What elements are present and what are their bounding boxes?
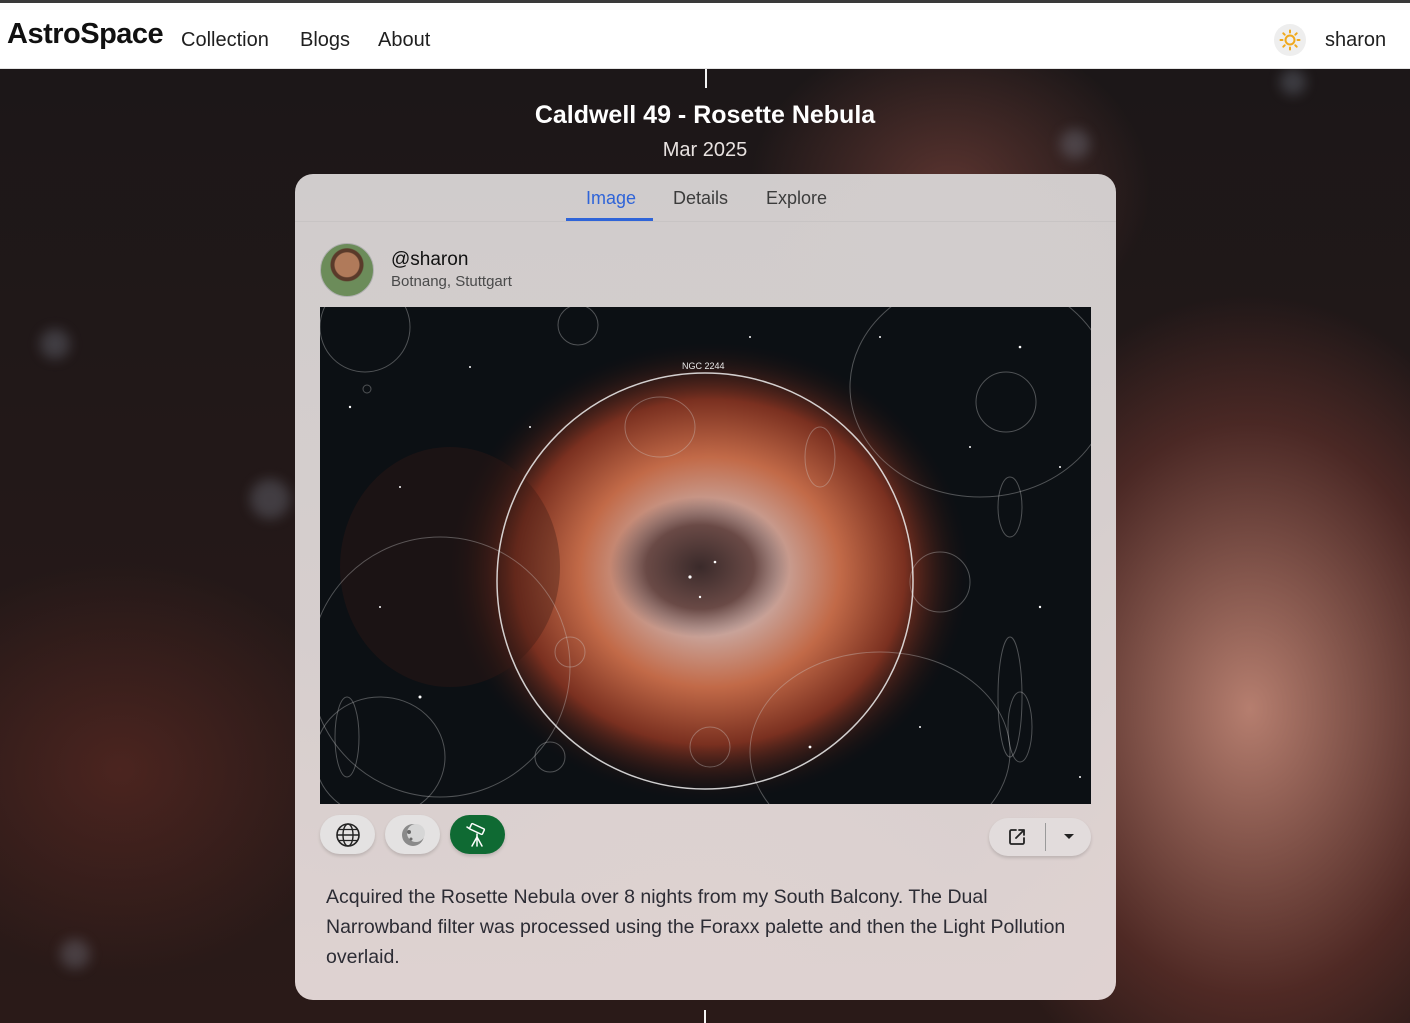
user-menu[interactable]: sharon [1325, 29, 1386, 52]
sun-icon [1279, 29, 1301, 51]
globe-view-button[interactable] [320, 815, 375, 854]
share-button-group [989, 818, 1091, 856]
tab-bar: Image Details Explore [295, 174, 1116, 222]
nav-about[interactable]: About [378, 29, 430, 52]
nav-blogs[interactable]: Blogs [300, 29, 350, 52]
share-dropdown-button[interactable] [1046, 818, 1091, 856]
avatar[interactable] [320, 243, 374, 297]
tab-image[interactable]: Image [586, 188, 636, 209]
external-link-icon [1009, 829, 1025, 845]
active-tab-indicator [566, 218, 653, 221]
caret-down-icon [1063, 834, 1074, 839]
post-title: Caldwell 49 - Rosette Nebula [534, 101, 876, 129]
moon-icon [401, 823, 425, 846]
post-date: Mar 2025 [662, 139, 748, 161]
timeline-connector-bottom [704, 1010, 706, 1023]
telescope-icon [465, 822, 485, 847]
post-description: Acquired the Rosette Nebula over 8 night… [326, 886, 1066, 968]
open-external-button[interactable] [989, 818, 1045, 856]
site-logo[interactable]: AstroSpace [7, 18, 164, 51]
telescope-view-button[interactable] [450, 815, 505, 854]
author-location: Botnang, Stuttgart [391, 273, 512, 290]
author-handle[interactable]: @sharon [391, 249, 468, 271]
theme-toggle-button[interactable] [1274, 24, 1306, 56]
tab-explore[interactable]: Explore [766, 188, 827, 209]
globe-icon [335, 822, 360, 847]
nav-collection[interactable]: Collection [181, 29, 269, 52]
moon-view-button[interactable] [385, 815, 440, 854]
tab-details[interactable]: Details [673, 188, 728, 209]
image-annotation-label: NGC 2244 [682, 361, 725, 371]
timeline-connector-top [705, 69, 707, 88]
astro-image[interactable]: NGC 2244 [320, 307, 1091, 804]
post-card: Image Details Explore @sharon Botnang, S… [295, 174, 1116, 1000]
top-navbar: AstroSpace Collection Blogs About sharon [0, 3, 1410, 69]
